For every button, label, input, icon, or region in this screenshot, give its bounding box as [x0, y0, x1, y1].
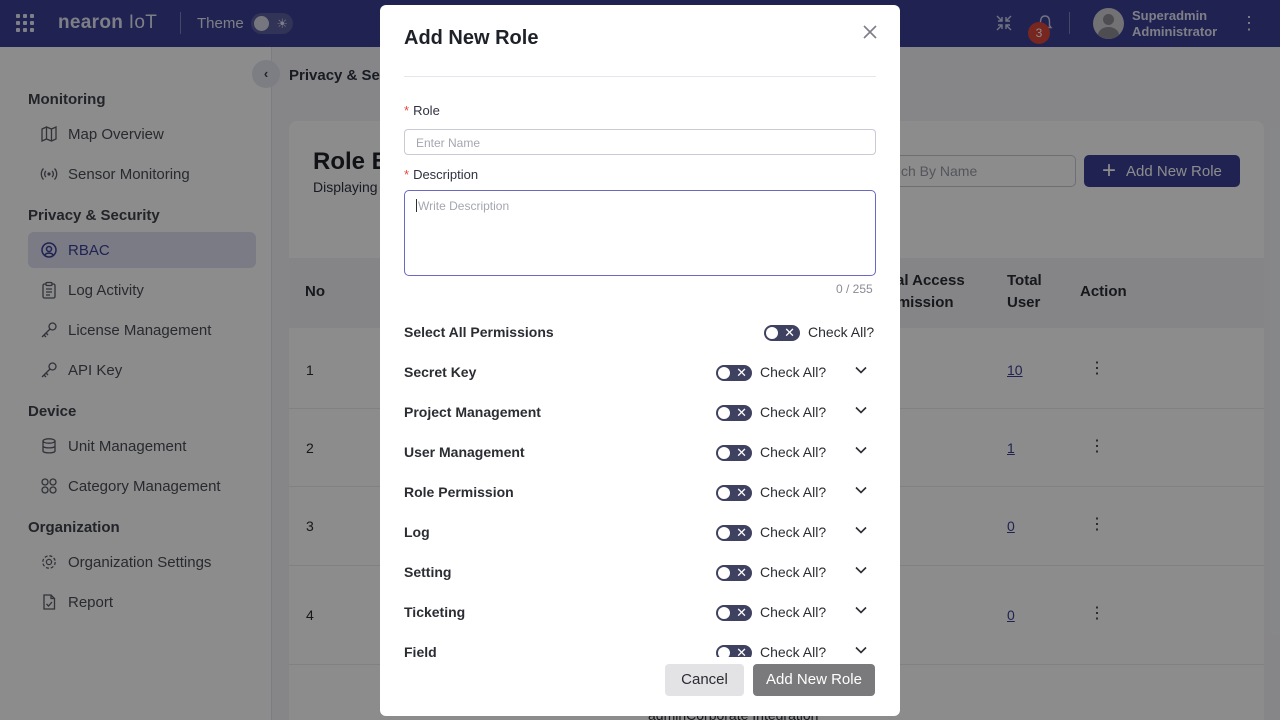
modal-divider [404, 76, 876, 77]
check-all-label: Check All? [760, 444, 827, 460]
modal-title: Add New Role [404, 27, 539, 49]
select-all-toggle[interactable]: ✕ [764, 325, 800, 341]
chevron-down-icon[interactable] [854, 443, 868, 457]
permissions-scroll-area[interactable]: Select All Permissions ✕ Check All? Secr… [380, 315, 900, 657]
description-label: * Description [404, 167, 479, 182]
check-all-label: Check All? [760, 644, 827, 657]
permission-row-project-management: Project Management ✕ Check All? [404, 401, 876, 425]
permission-toggle[interactable]: ✕ [716, 605, 752, 621]
permission-toggle[interactable]: ✕ [716, 365, 752, 381]
chevron-down-icon[interactable] [854, 363, 868, 377]
chevron-down-icon[interactable] [854, 403, 868, 417]
role-label: * Role [404, 103, 440, 118]
role-name-input[interactable]: Enter Name [404, 129, 876, 155]
permission-row-secret-key: Secret Key ✕ Check All? [404, 361, 876, 385]
permission-row-user-management: User Management ✕ Check All? [404, 441, 876, 465]
permission-toggle[interactable]: ✕ [716, 525, 752, 541]
character-counter: 0 / 255 [836, 282, 873, 296]
check-all-label: Check All? [760, 364, 827, 380]
permission-name: Secret Key [404, 364, 477, 380]
permission-toggle[interactable]: ✕ [716, 565, 752, 581]
permission-toggle[interactable]: ✕ [716, 445, 752, 461]
permission-name: Project Management [404, 404, 541, 420]
add-role-modal: Add New Role * Role Enter Name * Descripti… [380, 5, 900, 716]
check-all-label: Check All? [760, 564, 827, 580]
select-all-permissions-row: Select All Permissions ✕ Check All? [404, 321, 876, 345]
description-textarea[interactable]: Write Description [404, 190, 876, 276]
add-new-role-submit-button[interactable]: Add New Role [753, 664, 875, 696]
permission-name: User Management [404, 444, 525, 460]
permission-name: Log [404, 524, 430, 540]
chevron-down-icon[interactable] [854, 643, 868, 657]
permission-row-role-permission: Role Permission ✕ Check All? [404, 481, 876, 505]
check-all-label: Check All? [760, 524, 827, 540]
chevron-down-icon[interactable] [854, 603, 868, 617]
check-all-label: Check All? [760, 604, 827, 620]
permission-row-field: Field ✕ Check All? [404, 641, 876, 657]
close-icon[interactable] [862, 23, 878, 46]
check-all-label: Check All? [808, 324, 875, 340]
permission-name: Field [404, 644, 437, 657]
permission-name: Ticketing [404, 604, 466, 620]
permission-toggle[interactable]: ✕ [716, 645, 752, 657]
chevron-down-icon[interactable] [854, 523, 868, 537]
check-all-label: Check All? [760, 404, 827, 420]
permission-name: Setting [404, 564, 452, 580]
cancel-button[interactable]: Cancel [665, 664, 744, 696]
check-all-label: Check All? [760, 484, 827, 500]
chevron-down-icon[interactable] [854, 483, 868, 497]
permission-toggle[interactable]: ✕ [716, 405, 752, 421]
permission-toggle[interactable]: ✕ [716, 485, 752, 501]
select-all-label: Select All Permissions [404, 324, 554, 340]
chevron-down-icon[interactable] [854, 563, 868, 577]
permission-name: Role Permission [404, 484, 514, 500]
permission-row-ticketing: Ticketing ✕ Check All? [404, 601, 876, 625]
permission-row-log: Log ✕ Check All? [404, 521, 876, 545]
permission-row-setting: Setting ✕ Check All? [404, 561, 876, 585]
